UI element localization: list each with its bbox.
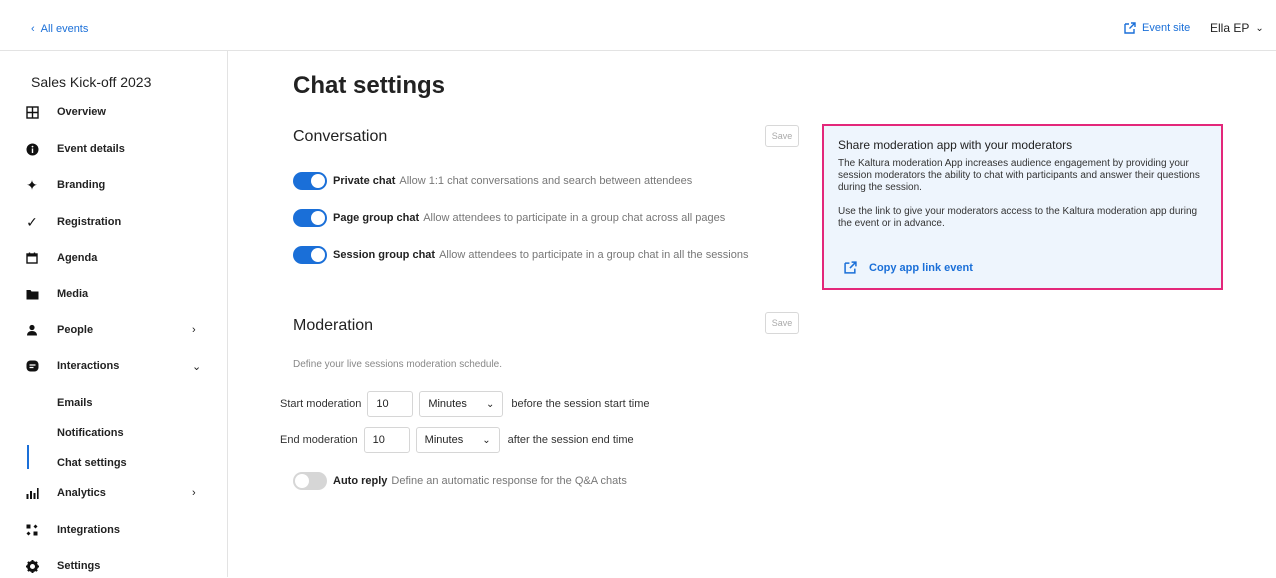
- auto-reply-row: Auto reply Define an automatic response …: [293, 472, 627, 490]
- private-chat-toggle[interactable]: [293, 172, 327, 190]
- sidebar-subitem-emails[interactable]: Emails: [57, 397, 92, 409]
- chevron-down-icon: ⌄: [192, 360, 202, 373]
- toggle-desc: Define an automatic response for the Q&A…: [391, 475, 627, 487]
- toggle-desc: Allow attendees to participate in a grou…: [439, 249, 749, 261]
- sidebar-item-agenda[interactable]: Agenda: [0, 246, 227, 270]
- sidebar-item-label: Integrations: [57, 524, 120, 536]
- chevron-left-icon: ‹: [31, 23, 35, 35]
- toggle-desc: Allow 1:1 chat conversations and search …: [399, 175, 693, 187]
- user-name: Ella EP: [1210, 21, 1250, 35]
- external-link-icon: [1124, 22, 1136, 34]
- sidebar-item-integrations[interactable]: Integrations: [0, 518, 227, 542]
- gear-icon: [23, 557, 41, 575]
- chevron-right-icon: ›: [192, 487, 196, 499]
- sidebar-item-analytics[interactable]: Analytics ›: [0, 481, 227, 505]
- folder-icon: [23, 285, 41, 303]
- sidebar-item-event-details[interactable]: Event details: [0, 137, 227, 161]
- chevron-down-icon: ⌄: [482, 434, 491, 446]
- start-suffix: before the session start time: [511, 398, 650, 410]
- sidebar-item-label: Analytics: [57, 487, 106, 499]
- page-group-chat-row: Page group chat Allow attendees to parti…: [293, 209, 725, 227]
- sidebar-item-label: People: [57, 324, 94, 336]
- toggle-label: Private chat: [333, 175, 396, 187]
- sidebar-item-media[interactable]: Media: [0, 282, 227, 306]
- sidebar-item-branding[interactable]: ✦ Branding: [0, 173, 227, 197]
- sidebar-item-label: Media: [57, 288, 89, 300]
- moderation-description: Define your live sessions moderation sch…: [293, 359, 502, 370]
- event-site-link[interactable]: Event site: [1124, 22, 1190, 34]
- moderation-title: Moderation: [293, 317, 374, 334]
- sidebar-subitem-notifications[interactable]: Notifications: [57, 427, 124, 439]
- chat-icon: [23, 357, 41, 375]
- grid-icon: [23, 103, 41, 121]
- sidebar-item-people[interactable]: People ›: [0, 318, 227, 342]
- card-paragraph-2: Use the link to give your moderators acc…: [838, 206, 1198, 229]
- end-moderation-input[interactable]: 10: [363, 427, 410, 453]
- end-suffix: after the session end time: [507, 434, 634, 446]
- user-menu[interactable]: Ella EP ⌄: [1210, 21, 1264, 35]
- info-icon: [23, 140, 41, 158]
- sidebar-subitem-chat-settings[interactable]: Chat settings: [57, 457, 127, 469]
- sidebar: Sales Kick-off 2023 Overview Event detai…: [0, 51, 228, 577]
- start-unit-select[interactable]: Minutes ⌄: [419, 391, 504, 417]
- sidebar-item-registration[interactable]: ✓ Registration: [0, 210, 227, 234]
- all-events-link[interactable]: ‹ All events: [31, 23, 88, 35]
- sidebar-item-label: Settings: [57, 560, 101, 572]
- chevron-down-icon: ⌄: [1255, 22, 1264, 34]
- auto-reply-toggle[interactable]: [293, 472, 327, 490]
- moderation-save-button[interactable]: Save: [765, 312, 799, 334]
- sidebar-item-label: Registration: [57, 216, 122, 228]
- external-link-icon: [844, 261, 857, 274]
- start-moderation-label: Start moderation: [280, 398, 362, 410]
- sidebar-item-label: Event details: [57, 143, 125, 155]
- card-title: Share moderation app with your moderator…: [838, 138, 1073, 152]
- end-unit-select[interactable]: Minutes ⌄: [415, 427, 500, 453]
- bar-chart-icon: [23, 484, 41, 502]
- sparkle-icon: ✦: [26, 176, 38, 193]
- toggle-label: Page group chat: [333, 212, 420, 224]
- copy-app-link-label: Copy app link event: [869, 261, 973, 274]
- toggle-desc: Allow attendees to participate in a grou…: [423, 212, 726, 224]
- session-group-chat-toggle[interactable]: [293, 246, 327, 264]
- integrations-icon: [23, 521, 41, 539]
- start-unit-value: Minutes: [428, 398, 467, 410]
- end-moderation-label: End moderation: [280, 434, 358, 446]
- calendar-icon: [23, 249, 41, 267]
- private-chat-row: Private chat Allow 1:1 chat conversation…: [293, 172, 692, 190]
- toggle-label: Auto reply: [333, 475, 388, 487]
- conversation-save-button[interactable]: Save: [765, 125, 799, 147]
- chevron-down-icon: ⌄: [485, 398, 495, 410]
- event-site-label: Event site: [1142, 22, 1191, 34]
- copy-app-link[interactable]: Copy app link event: [844, 261, 973, 274]
- end-unit-value: Minutes: [424, 434, 464, 446]
- chevron-right-icon: ›: [192, 324, 196, 336]
- conversation-title: Conversation: [293, 128, 388, 145]
- sidebar-item-label: Agenda: [57, 252, 98, 264]
- sidebar-item-settings[interactable]: Settings: [0, 554, 227, 578]
- card-paragraph-1: The Kaltura moderation App increases aud…: [838, 158, 1200, 193]
- sidebar-item-label: Overview: [57, 106, 106, 118]
- page-title: Chat settings: [293, 72, 446, 99]
- person-icon: [23, 321, 41, 339]
- event-name: Sales Kick-off 2023: [31, 74, 152, 90]
- page-group-chat-toggle[interactable]: [293, 209, 327, 227]
- start-moderation-row: Start moderation 10 Minutes ⌄ before the…: [280, 391, 650, 417]
- session-group-chat-row: Session group chat Allow attendees to pa…: [293, 246, 749, 264]
- sidebar-item-interactions[interactable]: Interactions ⌄: [0, 354, 227, 378]
- active-indicator: [27, 445, 29, 469]
- sidebar-item-label: Branding: [57, 179, 106, 191]
- sidebar-item-label: Interactions: [57, 360, 120, 372]
- toggle-label: Session group chat: [333, 249, 436, 261]
- top-bar: ‹ All events Event site Ella EP ⌄: [0, 0, 1276, 51]
- end-moderation-row: End moderation 10 Minutes ⌄ after the se…: [280, 427, 634, 453]
- sidebar-item-overview[interactable]: Overview: [0, 100, 227, 124]
- check-icon: ✓: [26, 213, 38, 230]
- start-moderation-input[interactable]: 10: [367, 391, 414, 417]
- all-events-label: All events: [40, 23, 89, 35]
- moderation-app-card: Share moderation app with your moderator…: [822, 124, 1223, 290]
